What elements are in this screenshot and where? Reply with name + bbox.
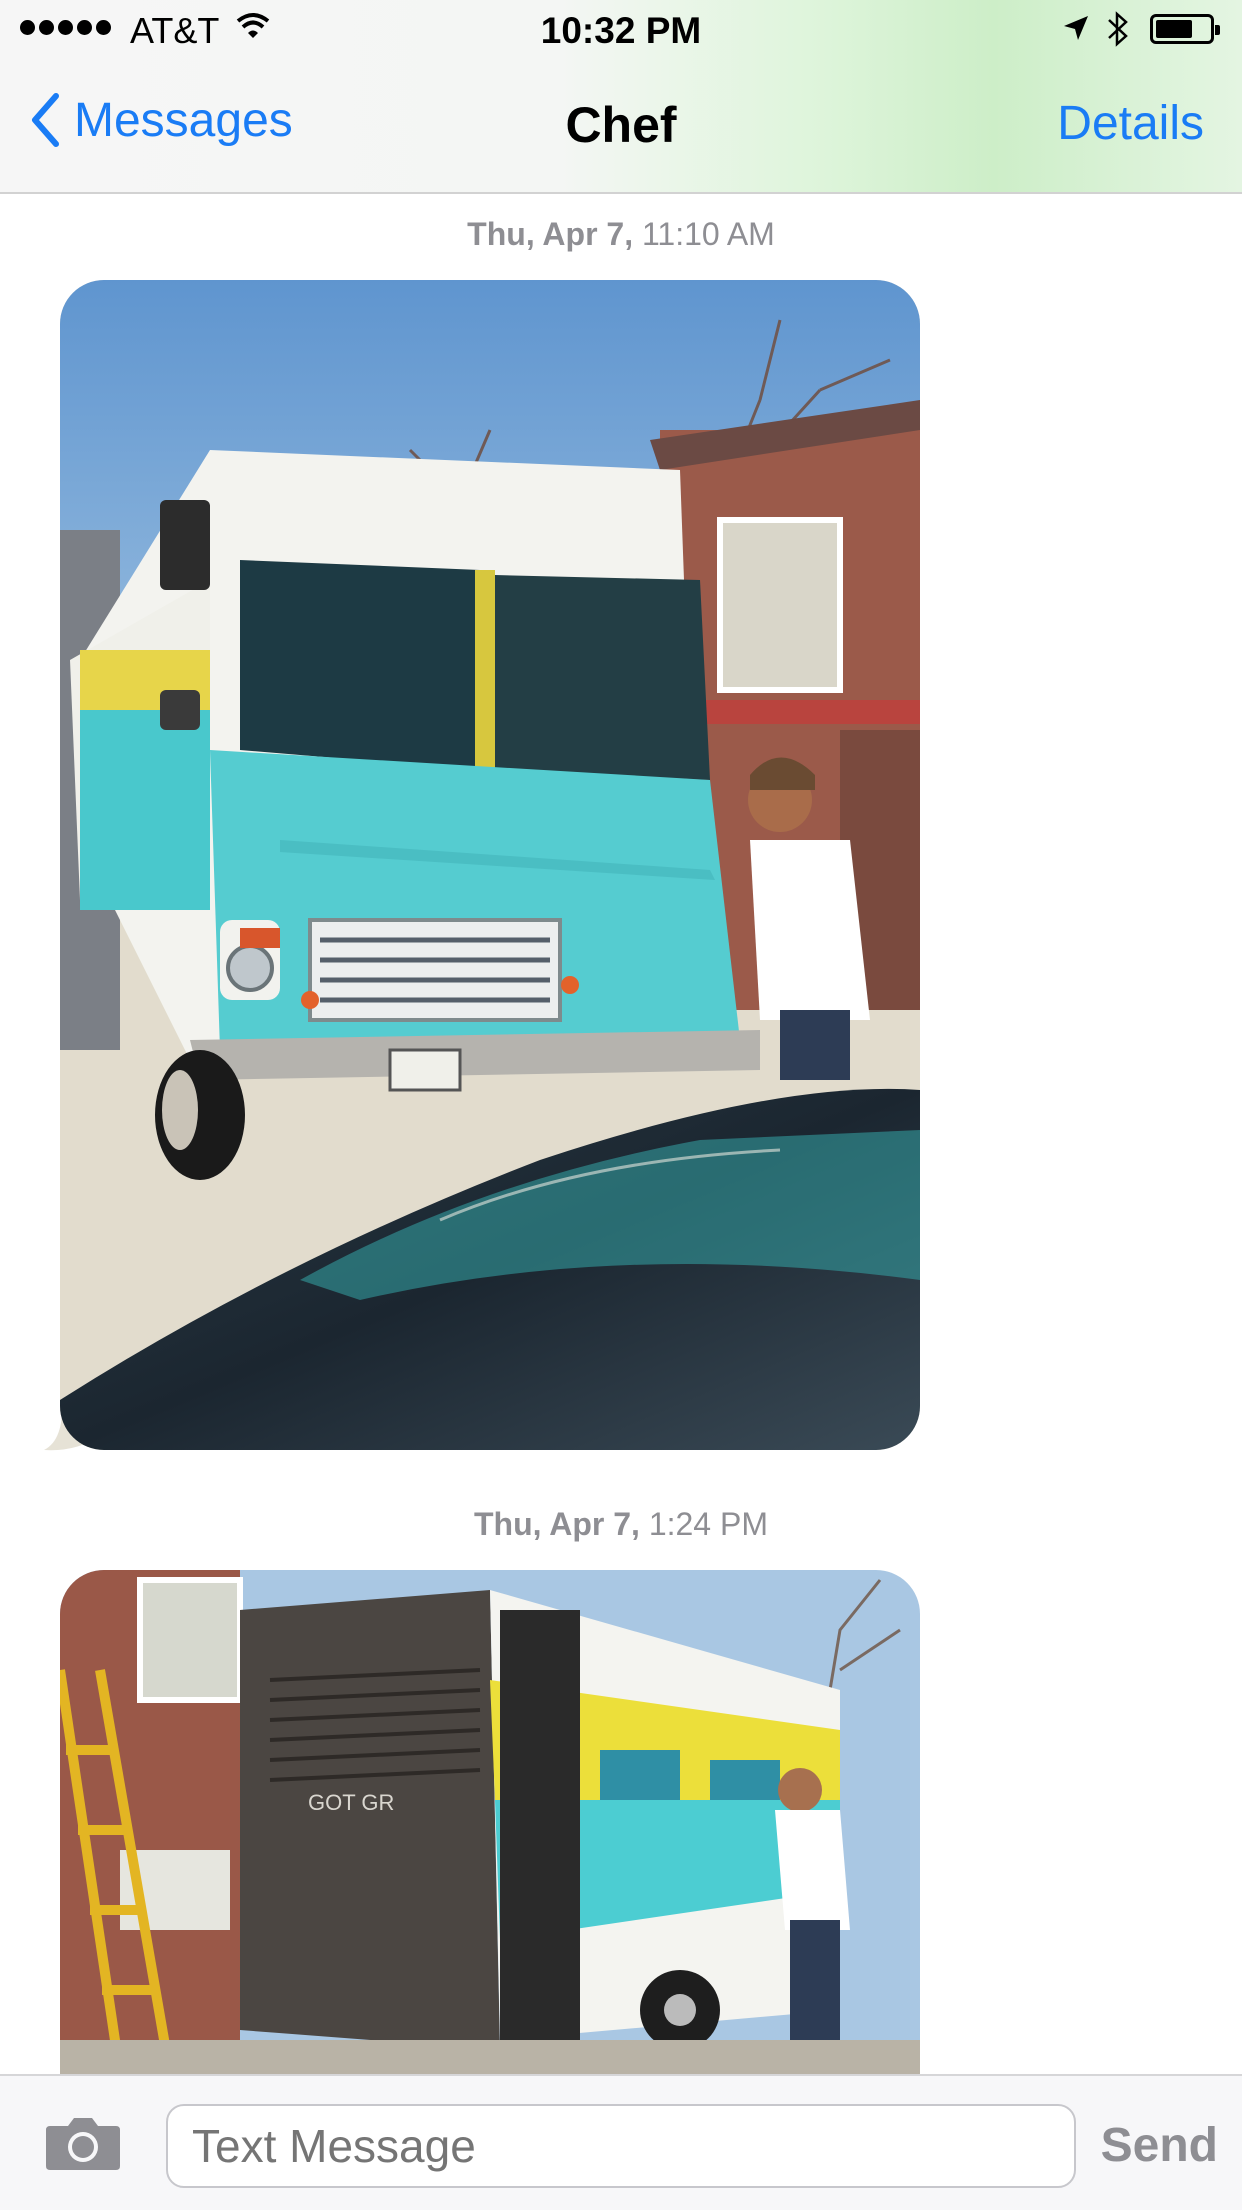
send-button[interactable]: Send — [1101, 2118, 1218, 2173]
timestamp-time: 11:10 AM — [641, 216, 775, 252]
message-timestamp: Thu, Apr 7, 1:24 PM — [0, 1506, 1242, 1543]
svg-text:GOT GR: GOT GR — [308, 1790, 394, 1815]
back-label: Messages — [74, 93, 293, 147]
camera-icon[interactable] — [44, 2114, 122, 2172]
bluetooth-icon — [1108, 11, 1128, 47]
message-input[interactable] — [166, 2104, 1076, 2188]
photo-attachment[interactable] — [60, 280, 920, 1450]
details-button[interactable]: Details — [1057, 96, 1204, 151]
timestamp-time: 1:24 PM — [648, 1506, 768, 1542]
timestamp-date: Thu, Apr 7, — [467, 216, 634, 252]
back-button[interactable]: Messages — [30, 92, 293, 148]
photo-attachment[interactable]: GOT GR — [60, 1570, 920, 2130]
message-timestamp: Thu, Apr 7, 11:10 AM — [0, 216, 1242, 253]
chevron-left-icon — [32, 93, 59, 147]
message-composer: Send — [0, 2074, 1242, 2210]
timestamp-date: Thu, Apr 7, — [474, 1506, 640, 1542]
food-truck-photo — [60, 280, 920, 1450]
food-truck-rear-photo: GOT GR — [60, 1570, 920, 2075]
location-arrow-icon — [1064, 16, 1088, 40]
status-bar: AT&T 10:32 PM — [0, 0, 1242, 60]
battery-icon — [1150, 14, 1220, 44]
status-time: 10:32 PM — [540, 10, 702, 51]
